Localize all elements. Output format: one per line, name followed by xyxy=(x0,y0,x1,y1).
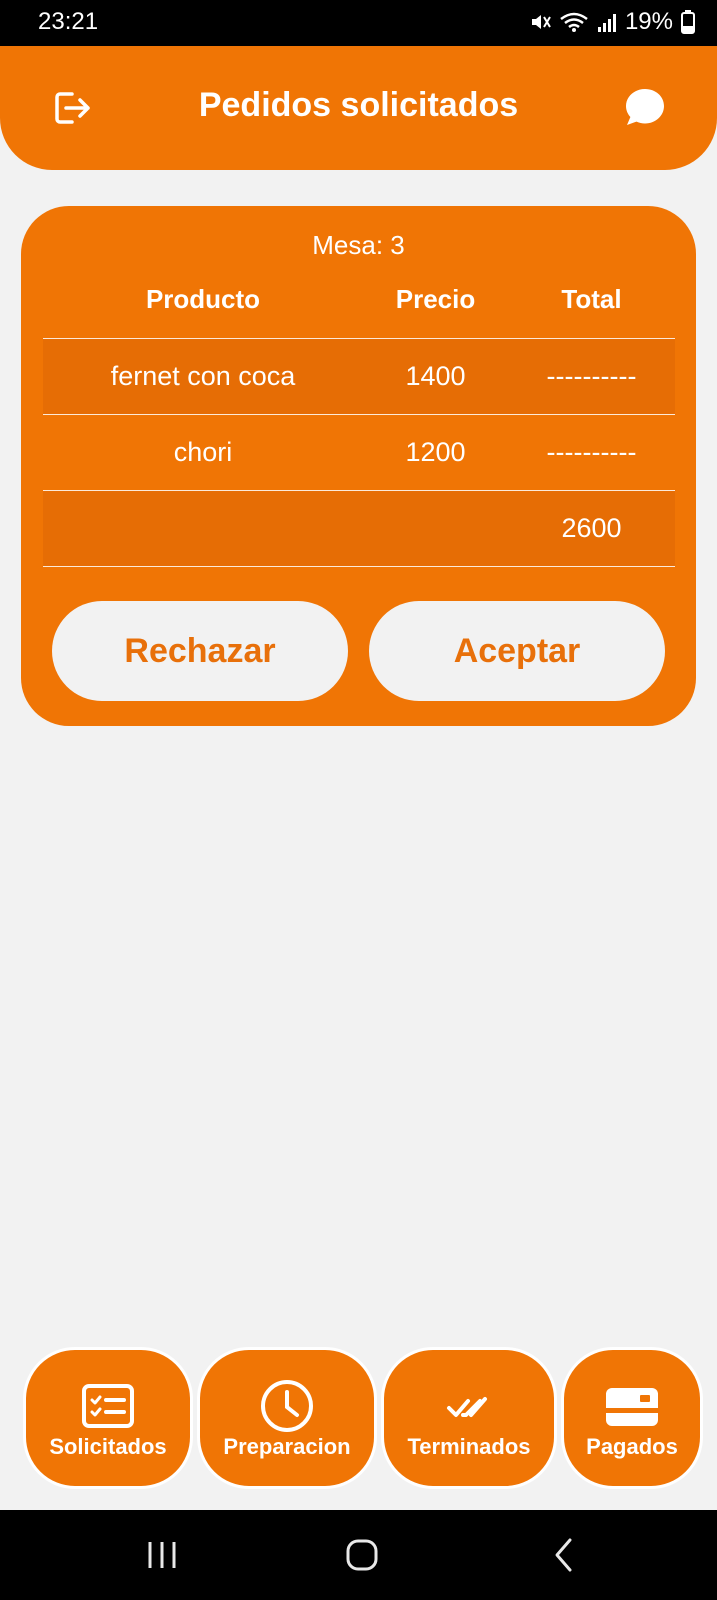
product-name: fernet con coca xyxy=(110,361,296,391)
product-price: 1200 xyxy=(405,437,466,467)
status-icons: 19% xyxy=(529,8,695,36)
recent-apps-icon[interactable] xyxy=(145,1540,179,1570)
product-total: ---------- xyxy=(546,437,637,467)
status-time: 23:21 xyxy=(38,8,99,35)
signal-icon xyxy=(597,14,616,32)
tab-label: Terminados xyxy=(407,1434,531,1459)
table-row: chori 1200 ---------- xyxy=(43,414,675,490)
tab-solicitados[interactable]: Solicitados xyxy=(23,1347,193,1489)
tab-label: Pagados xyxy=(586,1434,678,1459)
page-title: Pedidos solicitados xyxy=(198,86,519,124)
home-icon[interactable] xyxy=(345,1538,379,1572)
back-icon[interactable] xyxy=(552,1537,574,1573)
mute-icon xyxy=(531,15,551,29)
product-price: 1400 xyxy=(405,361,466,391)
tab-label: Preparacion xyxy=(223,1434,351,1459)
tab-pagados[interactable]: Pagados xyxy=(561,1347,703,1489)
column-header-price: Precio xyxy=(395,284,476,314)
grand-total: 2600 xyxy=(561,513,622,543)
app-header: Pedidos solicitados xyxy=(0,46,717,170)
navigation-bar xyxy=(0,1510,717,1600)
table-row: fernet con coca 1400 ---------- xyxy=(43,338,675,414)
column-header-product: Producto xyxy=(145,284,261,314)
status-bar: 23:21 19% xyxy=(0,0,717,46)
reject-button[interactable]: Rechazar xyxy=(52,601,348,701)
battery-icon xyxy=(681,10,695,34)
tab-preparacion[interactable]: Preparacion xyxy=(197,1347,377,1489)
chat-icon[interactable] xyxy=(624,86,666,128)
battery-percent: 19% xyxy=(624,8,673,35)
product-total: ---------- xyxy=(546,361,637,391)
checklist-icon xyxy=(82,1384,134,1428)
product-name: chori xyxy=(173,437,233,467)
table-number: Mesa: 3 xyxy=(312,230,405,260)
clock-icon xyxy=(261,1380,313,1432)
tab-terminados[interactable]: Terminados xyxy=(381,1347,557,1489)
total-row: 2600 xyxy=(43,490,675,567)
wifi-icon xyxy=(560,12,588,32)
credit-card-icon xyxy=(606,1388,658,1426)
column-header-total: Total xyxy=(561,284,622,314)
order-card: Mesa: 3 Producto Precio Total fernet con… xyxy=(21,206,696,726)
accept-button[interactable]: Aceptar xyxy=(369,601,665,701)
double-check-icon xyxy=(447,1397,487,1417)
tab-label: Solicitados xyxy=(49,1434,167,1459)
